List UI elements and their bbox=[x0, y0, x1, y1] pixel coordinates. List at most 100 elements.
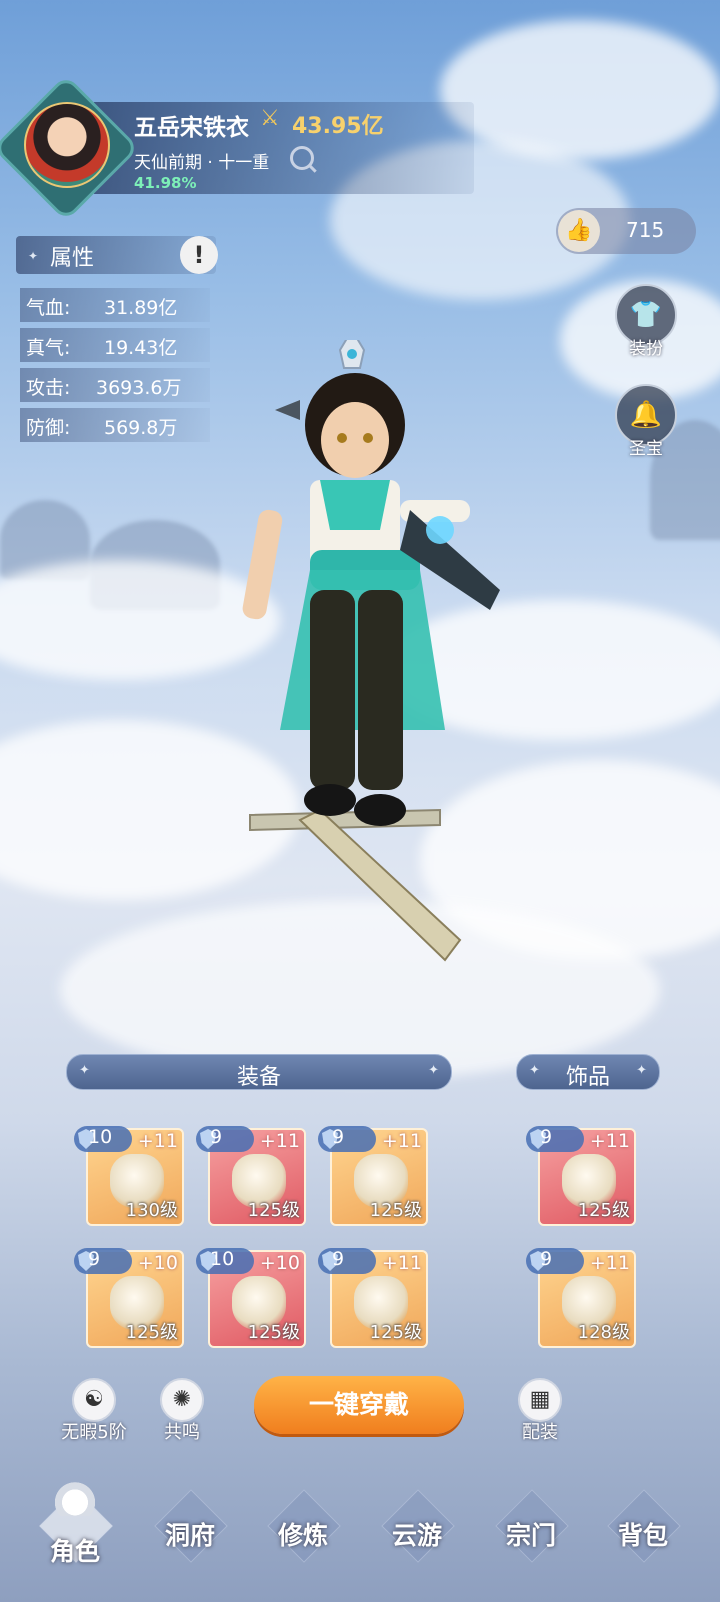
character-model[interactable] bbox=[240, 340, 560, 990]
loadout-button[interactable]: ▦ 配装 bbox=[500, 1378, 580, 1444]
thumbs-up-icon: 👍 bbox=[558, 210, 600, 252]
item-enhance: +11 bbox=[589, 1130, 630, 1152]
equipment-title: 装备 bbox=[236, 1065, 281, 1090]
attributes-title: 属性 bbox=[50, 246, 95, 271]
tier-badge: 10 bbox=[74, 1126, 132, 1152]
attr-row-defense: 防御: 569.8万 bbox=[20, 408, 210, 442]
attr-label: 气血: bbox=[26, 297, 71, 319]
nav-tab-character[interactable]: 角色 bbox=[20, 1482, 130, 1592]
search-icon[interactable] bbox=[290, 146, 314, 170]
diamond-icon: ✦ bbox=[428, 1063, 439, 1078]
item-tier: 9 bbox=[332, 1126, 345, 1148]
item-level: 125级 bbox=[247, 1322, 300, 1343]
nav-tab-travel[interactable]: 云游 bbox=[362, 1482, 472, 1592]
tier-badge: 9 bbox=[74, 1248, 132, 1274]
accessory-slot-bracelet[interactable]: 9 +11 125级 bbox=[526, 1126, 636, 1226]
item-level: 125级 bbox=[247, 1200, 300, 1221]
realm-progress: 41.98% bbox=[134, 174, 197, 192]
attr-row-qi: 真气: 19.43亿 bbox=[20, 328, 210, 362]
attr-value: 19.43亿 bbox=[104, 337, 178, 359]
swirl-icon: ☯ bbox=[72, 1378, 116, 1422]
item-tier: 9 bbox=[540, 1248, 553, 1270]
nav-label: 云游 bbox=[391, 1521, 442, 1550]
dress-up-button[interactable]: 👕 装扮 bbox=[614, 284, 678, 359]
item-enhance: +11 bbox=[589, 1252, 630, 1274]
accessories-header: ✦ 饰品 ✦ bbox=[516, 1054, 660, 1090]
attr-label: 攻击: bbox=[26, 377, 71, 399]
item-enhance: +11 bbox=[381, 1252, 422, 1274]
nav-label: 角色 bbox=[49, 1537, 100, 1566]
grid-icon: ▦ bbox=[518, 1378, 562, 1422]
equip-all-button[interactable]: 一键穿戴 bbox=[254, 1376, 464, 1434]
holy-treasure-button[interactable]: 🔔 圣宝 bbox=[614, 384, 678, 459]
player-header: 五岳宋铁衣 ⚔ 43.95亿 天仙前期 · 十一重 41.98% bbox=[0, 74, 474, 222]
tier-badge: 9 bbox=[318, 1248, 376, 1274]
item-level: 128级 bbox=[577, 1322, 630, 1343]
item-level: 125级 bbox=[577, 1200, 630, 1221]
item-enhance: +11 bbox=[137, 1130, 178, 1152]
equipment-slot-armor[interactable]: 9 +11 125级 bbox=[318, 1126, 428, 1226]
attr-row-attack: 攻击: 3693.6万 bbox=[20, 368, 210, 402]
flawless-button[interactable]: ☯ 无暇5阶 bbox=[44, 1378, 144, 1444]
equipment-slot-gloves[interactable]: 10 +10 125级 bbox=[196, 1248, 306, 1348]
nav-tab-cave[interactable]: 洞府 bbox=[135, 1482, 245, 1592]
item-tier: 9 bbox=[210, 1126, 223, 1148]
tier-badge: 9 bbox=[526, 1248, 584, 1274]
item-enhance: +11 bbox=[259, 1130, 300, 1152]
equipment-slot-boots[interactable]: 9 +11 125级 bbox=[318, 1248, 428, 1348]
item-tier: 9 bbox=[540, 1126, 553, 1148]
accessory-slot-pendant[interactable]: 9 +11 128级 bbox=[526, 1248, 636, 1348]
crossed-swords-icon: ⚔ bbox=[260, 106, 280, 131]
tier-badge: 10 bbox=[196, 1248, 254, 1274]
tier-badge: 9 bbox=[526, 1126, 584, 1152]
attr-row-hp: 气血: 31.89亿 bbox=[20, 288, 210, 322]
diamond-icon: ✦ bbox=[28, 249, 39, 263]
player-name: 五岳宋铁衣 bbox=[134, 115, 249, 141]
item-tier: 9 bbox=[88, 1248, 101, 1270]
holy-treasure-label: 圣宝 bbox=[629, 439, 663, 459]
resonance-icon: ✺ bbox=[160, 1378, 204, 1422]
tier-badge: 9 bbox=[318, 1126, 376, 1152]
attr-label: 防御: bbox=[26, 417, 71, 439]
tier-badge: 9 bbox=[196, 1126, 254, 1152]
attr-label: 真气: bbox=[26, 337, 71, 359]
attr-value: 3693.6万 bbox=[96, 377, 182, 399]
bottom-nav: 角色 洞府 修炼 云游 宗门 背包 bbox=[0, 1482, 720, 1602]
cultivation-realm: 天仙前期 · 十一重 bbox=[134, 153, 270, 173]
nav-label: 宗门 bbox=[505, 1521, 556, 1550]
avatar[interactable] bbox=[24, 102, 110, 188]
equipment-slot-legs[interactable]: 9 +10 125级 bbox=[74, 1248, 184, 1348]
item-level: 125级 bbox=[369, 1322, 422, 1343]
attr-value: 31.89亿 bbox=[104, 297, 178, 319]
like-count: 715 bbox=[626, 218, 665, 242]
flawless-label: 无暇5阶 bbox=[61, 1422, 127, 1443]
hat-icon bbox=[55, 1482, 95, 1516]
item-level: 125级 bbox=[125, 1322, 178, 1343]
item-tier: 10 bbox=[88, 1126, 113, 1148]
nav-tab-cultivate[interactable]: 修炼 bbox=[248, 1482, 358, 1592]
equipment-slot-weapon[interactable]: 10 +11 130级 bbox=[74, 1126, 184, 1226]
item-enhance: +11 bbox=[381, 1130, 422, 1152]
item-level: 125级 bbox=[369, 1200, 422, 1221]
nav-label: 背包 bbox=[617, 1521, 668, 1550]
like-button[interactable]: 👍 715 bbox=[556, 208, 696, 254]
item-tier: 9 bbox=[332, 1248, 345, 1270]
attributes-info-button[interactable]: ! bbox=[180, 236, 218, 274]
item-level: 130级 bbox=[125, 1200, 178, 1221]
equipment-slot-helmet[interactable]: 9 +11 125级 bbox=[196, 1126, 306, 1226]
equipment-header: ✦ 装备 ✦ bbox=[66, 1054, 452, 1090]
diamond-icon: ✦ bbox=[636, 1063, 647, 1078]
attr-value: 569.8万 bbox=[104, 417, 178, 439]
item-enhance: +10 bbox=[137, 1252, 178, 1274]
resonance-label: 共鸣 bbox=[164, 1422, 200, 1443]
loadout-label: 配装 bbox=[522, 1422, 558, 1443]
nav-label: 修炼 bbox=[277, 1521, 328, 1550]
nav-label: 洞府 bbox=[164, 1521, 215, 1550]
item-enhance: +10 bbox=[259, 1252, 300, 1274]
item-tier: 10 bbox=[210, 1248, 235, 1270]
nav-tab-sect[interactable]: 宗门 bbox=[476, 1482, 586, 1592]
nav-tab-bag[interactable]: 背包 bbox=[588, 1482, 698, 1592]
resonance-button[interactable]: ✺ 共鸣 bbox=[142, 1378, 222, 1444]
combat-power: 43.95亿 bbox=[292, 114, 384, 139]
dress-up-label: 装扮 bbox=[629, 339, 663, 359]
